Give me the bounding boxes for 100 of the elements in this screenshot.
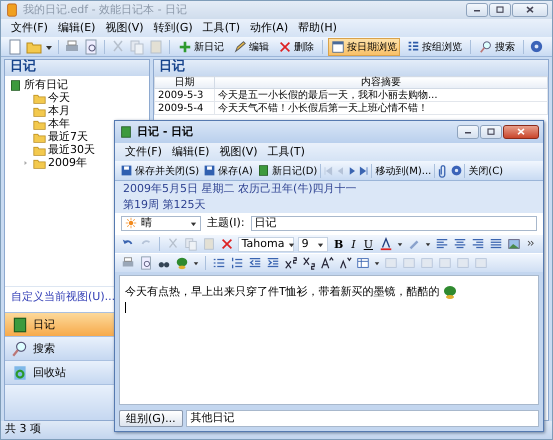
- folder-icon: [33, 131, 46, 144]
- book-icon: [256, 164, 270, 177]
- folder-icon: [33, 118, 46, 131]
- maximize-button[interactable]: [489, 3, 511, 17]
- grow-font-icon[interactable]: [320, 256, 334, 270]
- font-size-dropdown[interactable]: 9: [298, 236, 328, 252]
- caret-icon[interactable]: [425, 241, 431, 248]
- toolbar-button[interactable]: 删除: [275, 38, 317, 56]
- toolbar-button[interactable]: 按日期浏览: [328, 38, 400, 56]
- subscript-icon[interactable]: [302, 256, 316, 270]
- toolbar-button[interactable]: 保存(A): [201, 162, 255, 180]
- menu-item[interactable]: 视图(V): [105, 22, 144, 34]
- menu-item[interactable]: 视图(V): [219, 146, 258, 158]
- window-title: 我的日记.edf - 效能日记本 - 日记: [23, 4, 188, 16]
- tree-item[interactable]: 今天: [48, 92, 70, 105]
- search-icon: [479, 40, 493, 54]
- table-cell: 今天是五一小长假的最后一天，我和小丽去购物...: [214, 88, 548, 102]
- book-icon: [9, 79, 22, 92]
- week-text: 第19周 第125天: [123, 198, 206, 212]
- subject-label: 主题(I):: [207, 217, 245, 230]
- window-title: 日记 - 日记: [137, 126, 194, 138]
- minimize-button[interactable]: [457, 125, 479, 139]
- document-icon[interactable]: [7, 38, 23, 54]
- cross-icon[interactable]: [220, 237, 234, 252]
- tree-item[interactable]: 2009年: [48, 157, 87, 170]
- caret-icon: [190, 220, 197, 228]
- list-icon: [406, 40, 420, 54]
- table-cell: 今天天气不错！小长假后第一天上班心情不错！: [214, 102, 548, 114]
- close-button[interactable]: [512, 3, 548, 17]
- tree-item[interactable]: 本年: [48, 118, 70, 131]
- folder-icon: [33, 157, 46, 170]
- menu-item[interactable]: 工具(T): [202, 22, 240, 34]
- calendar-icon: [331, 40, 345, 54]
- sun-icon: [125, 217, 137, 230]
- menu-item[interactable]: 帮助(H): [298, 22, 337, 34]
- caret-icon[interactable]: [374, 260, 380, 266]
- bold-button[interactable]: B: [332, 238, 346, 251]
- image-icon[interactable]: [507, 237, 521, 252]
- maximize-button[interactable]: [480, 125, 502, 139]
- toolbar-button[interactable]: 按组浏览: [403, 38, 465, 56]
- tree-item[interactable]: 最近30天: [48, 144, 95, 157]
- date-text: 2009年5月5日 星期二 农历己丑年(牛)四月十一: [123, 183, 358, 196]
- caret-icon: [288, 240, 296, 248]
- toolbar-button[interactable]: 新日记(D): [254, 162, 320, 180]
- superscript-icon[interactable]: [284, 256, 298, 270]
- menu-item[interactable]: 文件(F): [11, 22, 48, 34]
- app-icon: [5, 3, 19, 17]
- font-dropdown[interactable]: Tahoma: [238, 236, 294, 252]
- caret-icon[interactable]: [397, 241, 403, 248]
- numbered-list-icon[interactable]: [230, 256, 244, 270]
- column-header[interactable]: 内容摘要: [214, 76, 548, 88]
- toolbar-button[interactable]: 保存并关闭(S): [118, 162, 202, 180]
- toolbar-button[interactable]: 移动到(M)...: [373, 162, 434, 180]
- book-icon: [11, 316, 29, 334]
- folder-icon: [33, 105, 46, 118]
- group-button[interactable]: 组别(G)...: [119, 410, 183, 427]
- minimize-button[interactable]: [466, 3, 488, 17]
- group-field[interactable]: 其他日记: [186, 410, 539, 427]
- text-cursor: [125, 302, 126, 314]
- tree-item[interactable]: 最近7天: [48, 131, 88, 144]
- toolbar-button[interactable]: 新日记: [175, 38, 227, 56]
- underline-button[interactable]: U: [362, 238, 375, 251]
- caret-icon[interactable]: [193, 260, 199, 266]
- book-icon: [119, 125, 133, 139]
- toolbar-button[interactable]: 关闭(C): [466, 162, 506, 180]
- table-cell: 2009-5-3: [154, 88, 214, 102]
- menu-item[interactable]: 文件(F): [125, 146, 162, 158]
- menu-item[interactable]: 工具(T): [268, 146, 305, 158]
- font-color-icon[interactable]: [379, 237, 393, 252]
- pencil-icon: [233, 40, 247, 54]
- caret-icon: [317, 240, 324, 248]
- tree-item[interactable]: 所有日记: [24, 79, 68, 92]
- editor-area[interactable]: 今天有点热，早上出来只穿了件T恤衫，带着新买的墨镜，酷酷的: [119, 275, 539, 405]
- table-icon[interactable]: [356, 256, 370, 270]
- preview-icon[interactable]: [83, 38, 99, 54]
- plus-icon: [178, 40, 192, 54]
- menu-item[interactable]: 编辑(E): [172, 146, 210, 158]
- menu-item[interactable]: 转到(G): [154, 22, 193, 34]
- close-button[interactable]: [503, 125, 539, 139]
- search-icon: [11, 340, 29, 358]
- shrink-font-icon[interactable]: [338, 256, 352, 270]
- italic-button[interactable]: I: [349, 238, 358, 251]
- tree-item[interactable]: 本月: [48, 105, 70, 118]
- panel-title: 日记: [154, 60, 548, 76]
- menu-item[interactable]: 编辑(E): [58, 22, 96, 34]
- toolbar-button[interactable]: 编辑: [230, 38, 272, 56]
- preview-icon[interactable]: [139, 256, 153, 270]
- maximize-icon: [485, 126, 497, 138]
- folder-icon: [33, 144, 46, 157]
- folder-icon: [33, 92, 46, 105]
- last-icon[interactable]: [358, 164, 370, 176]
- toolbar-button[interactable]: 搜索: [476, 38, 518, 56]
- column-header[interactable]: 日期: [154, 76, 214, 88]
- table-cell: 2009-5-4: [154, 102, 214, 114]
- weather-dropdown[interactable]: 晴: [121, 216, 201, 232]
- subject-field[interactable]: 日记: [250, 216, 537, 232]
- panel-title: 日记: [5, 60, 149, 76]
- maximize-icon: [494, 4, 506, 16]
- menu-item[interactable]: 动作(A): [250, 22, 288, 34]
- cross-icon: [278, 40, 292, 54]
